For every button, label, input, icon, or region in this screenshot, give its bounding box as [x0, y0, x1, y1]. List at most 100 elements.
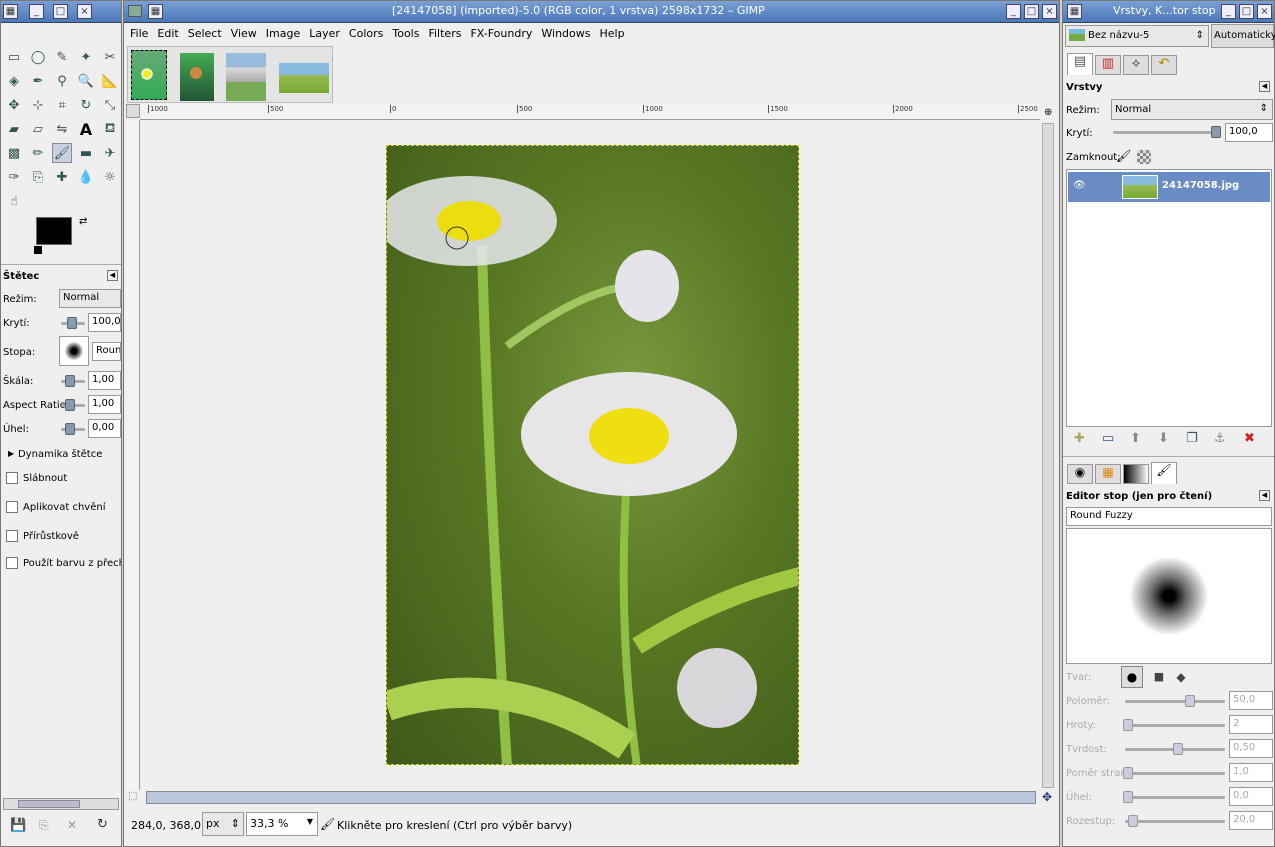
heal-icon[interactable]: ✚	[52, 167, 72, 187]
menu-file[interactable]: File	[130, 27, 148, 40]
brushes-tab[interactable]: ◉	[1067, 464, 1093, 484]
window-menu-button[interactable]: ▦	[148, 4, 163, 19]
brush-param-field[interactable]: 50,0	[1229, 691, 1273, 710]
aspect-slider[interactable]	[65, 399, 75, 411]
brush-preview[interactable]	[59, 336, 89, 366]
toolbox-titlebar[interactable]: ▦ _ □ ×	[1, 1, 121, 23]
brush-param-field[interactable]: 20,0	[1229, 811, 1273, 830]
align-icon[interactable]: ⊹	[28, 95, 48, 115]
ink-icon[interactable]: ✑	[4, 167, 24, 187]
zoom-select[interactable]: 33,3 % ▼	[246, 812, 318, 836]
swap-colors-icon[interactable]: ⇄	[79, 216, 87, 227]
blend-icon[interactable]: ▩	[4, 143, 24, 163]
unit-select[interactable]: px ⇕	[202, 812, 244, 836]
new-group-icon[interactable]: ▭	[1102, 431, 1114, 446]
maximize-button[interactable]: □	[53, 4, 68, 19]
by-color-icon[interactable]: ◈	[4, 71, 24, 91]
bucket-icon[interactable]: ⛾	[100, 119, 120, 139]
rotate-icon[interactable]: ↻	[76, 95, 96, 115]
menu-image[interactable]: Image	[266, 27, 300, 40]
opacity-field[interactable]: 100,0	[88, 313, 121, 332]
scale-slider[interactable]	[65, 375, 75, 387]
toolbox-hscrollbar[interactable]	[3, 798, 119, 810]
brush-param-slider-track[interactable]	[1125, 820, 1225, 823]
menu-fxfoundry[interactable]: FX-Foundry	[470, 27, 532, 40]
brush-param-slider[interactable]	[1185, 695, 1195, 707]
layer-opacity-slider[interactable]	[1211, 126, 1221, 138]
brush-param-slider[interactable]	[1173, 743, 1183, 755]
delete-layer-icon[interactable]: ✖	[1244, 431, 1255, 446]
brush-name-field[interactable]: Round Fuzzy	[1066, 507, 1272, 526]
clone-icon[interactable]: ⎘	[28, 167, 48, 187]
patterns-tab[interactable]: ▦	[1095, 464, 1121, 484]
color-picker-icon[interactable]: ⚲	[52, 71, 72, 91]
lock-alpha-icon[interactable]	[1137, 150, 1151, 164]
reset-icon[interactable]: ↻	[97, 817, 108, 832]
brush-field[interactable]: Round	[92, 342, 121, 361]
minimize-button[interactable]: _	[1221, 4, 1236, 19]
zoom-icon[interactable]: 🔍	[76, 71, 96, 91]
menu-tools[interactable]: Tools	[392, 27, 419, 40]
lock-pixels-icon[interactable]: 🖌	[1116, 149, 1131, 163]
brush-editor-tab[interactable]: 🖌	[1151, 462, 1177, 484]
brush-param-field[interactable]: 0,0	[1229, 787, 1273, 806]
close-button[interactable]: ×	[1042, 4, 1057, 19]
brush-param-field[interactable]: 2	[1229, 715, 1273, 734]
horizontal-ruler[interactable]: 1000 500 0 500 1000 1500 2000 2500	[140, 104, 1040, 120]
navigate-icon[interactable]: ✥	[1042, 790, 1052, 804]
angle-field[interactable]: 0,00	[88, 419, 121, 438]
brush-param-slider-track[interactable]	[1125, 700, 1225, 703]
scale-field[interactable]: 1,00	[88, 371, 121, 390]
menu-edit[interactable]: Edit	[157, 27, 178, 40]
circle-shape-button[interactable]: ●	[1121, 666, 1143, 688]
minimize-button[interactable]: _	[29, 4, 44, 19]
maximize-button[interactable]: □	[1024, 4, 1039, 19]
jitter-checkbox[interactable]	[6, 501, 18, 513]
brush-param-slider-track[interactable]	[1125, 796, 1225, 799]
gradients-tab[interactable]	[1123, 464, 1149, 484]
new-layer-icon[interactable]: ✚	[1074, 431, 1085, 446]
move-icon[interactable]: ✥	[4, 95, 24, 115]
flip-icon[interactable]: ⇋	[52, 119, 72, 139]
brush-param-field[interactable]: 1,0	[1229, 763, 1273, 782]
scale-icon[interactable]: ⤡	[100, 95, 120, 115]
menu-help[interactable]: Help	[599, 27, 624, 40]
auto-button[interactable]: Automaticky	[1211, 24, 1275, 48]
brush-param-slider-track[interactable]	[1125, 772, 1225, 775]
minimize-button[interactable]: _	[1006, 4, 1021, 19]
window-menu-button[interactable]: ▦	[3, 4, 18, 19]
anchor-layer-icon[interactable]: ⚓	[1214, 431, 1226, 446]
close-button[interactable]: ×	[77, 4, 92, 19]
brush-param-field[interactable]: 0,50	[1229, 739, 1273, 758]
image-tab-thumb[interactable]	[226, 53, 266, 101]
square-shape-button[interactable]: ■	[1149, 667, 1169, 687]
menu-windows[interactable]: Windows	[541, 27, 590, 40]
image-tab-thumb[interactable]	[131, 50, 167, 100]
dock-titlebar[interactable]: ▦ Vrstvy, K...tor stop _ □ ×	[1063, 1, 1274, 23]
crop-icon[interactable]: ⌗	[52, 95, 72, 115]
diamond-shape-button[interactable]: ◆	[1171, 667, 1191, 687]
channels-tab[interactable]: ▥	[1095, 55, 1121, 75]
panel-menu-icon[interactable]: ◀	[107, 270, 118, 281]
layer-opacity-track[interactable]	[1113, 131, 1213, 134]
brush-param-slider[interactable]	[1128, 815, 1138, 827]
shear-icon[interactable]: ▰	[4, 119, 24, 139]
eye-icon[interactable]: 👁	[1073, 180, 1086, 191]
fuzzy-select-icon[interactable]: ✦	[76, 47, 96, 67]
expander-arrow-icon[interactable]: ▶	[8, 449, 14, 458]
layer-opacity-field[interactable]: 100,0	[1225, 123, 1273, 142]
measure-icon[interactable]: 📐	[100, 71, 120, 91]
brush-param-slider[interactable]	[1123, 767, 1133, 779]
rect-select-icon[interactable]: ▭	[4, 47, 24, 67]
duplicate-layer-icon[interactable]: ❐	[1186, 431, 1198, 446]
fade-checkbox[interactable]	[6, 472, 18, 484]
default-colors-icon[interactable]	[34, 246, 42, 254]
panel-menu-icon[interactable]: ◀	[1259, 490, 1270, 501]
paths-tab[interactable]: ⟡	[1123, 55, 1149, 75]
vertical-ruler[interactable]	[126, 120, 140, 790]
layer-list[interactable]: 👁 24147058.jpg	[1066, 169, 1272, 427]
image-canvas[interactable]	[386, 145, 799, 765]
angle-slider[interactable]	[65, 423, 75, 435]
quickmask-icon[interactable]: ⬚	[128, 791, 137, 802]
opacity-slider[interactable]	[67, 317, 77, 329]
